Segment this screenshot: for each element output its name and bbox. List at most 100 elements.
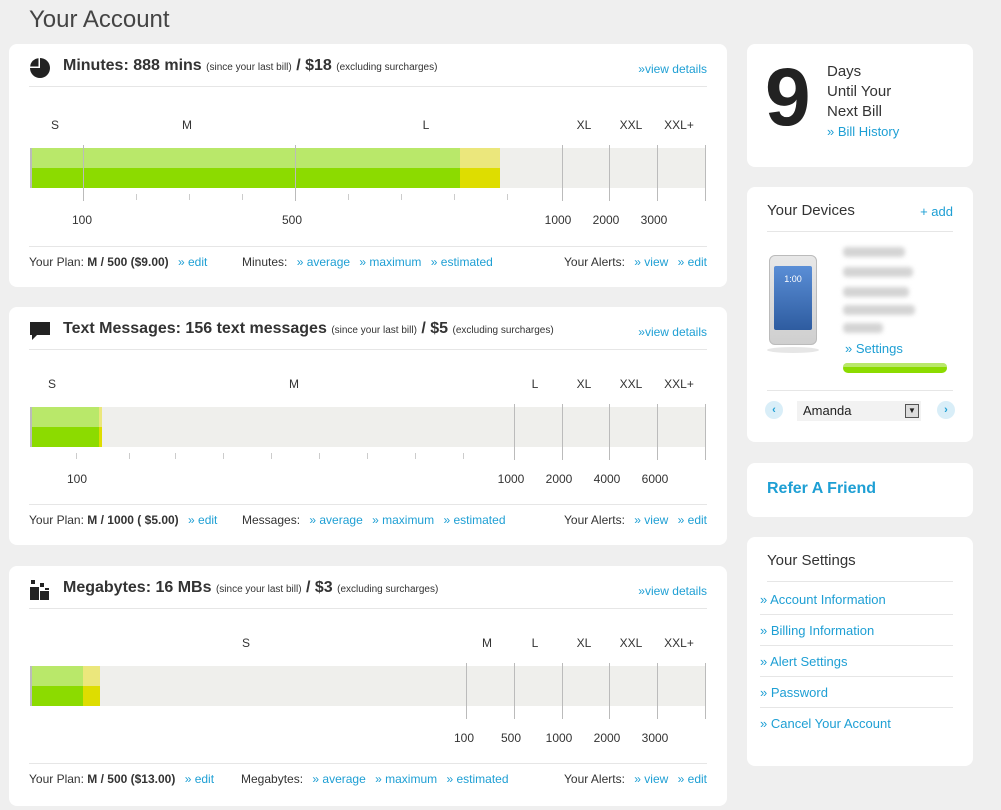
alerts-view-link[interactable]: » view	[634, 255, 668, 269]
days-caption: Days Until Your Next Bill	[827, 62, 891, 122]
texts-slash: /	[421, 320, 426, 337]
scale-tick	[705, 404, 706, 460]
texts-title-text: Text Messages: 156 text messages	[63, 320, 327, 337]
texts-view-details-link[interactable]: »view details	[638, 325, 707, 339]
scale-tick	[295, 145, 296, 201]
scale-label: 4000	[593, 472, 621, 486]
maximum-link[interactable]: » maximum	[372, 513, 434, 527]
alert-settings-link[interactable]: » Alert Settings	[760, 654, 847, 669]
alerts-view-link[interactable]: » view	[634, 772, 668, 786]
average-link[interactable]: » average	[309, 513, 362, 527]
scale-tick	[657, 404, 658, 460]
minutes-footer: Your Plan: M / 500 ($9.00) » edit Minute…	[29, 246, 707, 278]
bill-history-link[interactable]: » Bill History	[827, 124, 899, 139]
maximum-link[interactable]: » maximum	[359, 255, 421, 269]
plan-info: Your Plan: M / 500 ($13.00) » edit	[29, 772, 214, 786]
cancel-account-link[interactable]: » Cancel Your Account	[760, 716, 891, 731]
scale-label: 1000	[544, 213, 572, 227]
phone-image: 1:00	[769, 255, 817, 345]
scale-tick	[562, 663, 563, 719]
blurred-device-info	[843, 287, 909, 297]
alerts-edit-link[interactable]: » edit	[678, 513, 707, 527]
texts-card: Text Messages: 156 text messages (since …	[9, 307, 727, 545]
tier-label: XL	[576, 636, 592, 650]
alerts-edit-link[interactable]: » edit	[678, 255, 707, 269]
texts-usage-bar	[30, 407, 706, 447]
data-usage-bar	[30, 666, 706, 706]
usage-fill-yellow	[99, 407, 102, 447]
minor-tick	[136, 194, 137, 200]
pie-chart-icon	[30, 58, 50, 78]
usage-fill-yellow	[460, 148, 500, 188]
refer-friend-link[interactable]: Refer A Friend	[767, 480, 876, 498]
plan-edit-link[interactable]: » edit	[185, 772, 214, 786]
data-blocks-icon	[30, 580, 49, 600]
usage-fill-green	[32, 407, 99, 447]
tier-label: S	[47, 377, 57, 391]
tier-label: M	[182, 118, 192, 132]
device-select[interactable]: Amanda ▼	[797, 401, 921, 421]
scale-label: 100	[66, 472, 88, 486]
scale-tick	[514, 404, 515, 460]
billing-information-link[interactable]: » Billing Information	[760, 623, 874, 638]
password-link[interactable]: » Password	[760, 685, 828, 700]
usage-fill-yellow	[83, 666, 100, 706]
texts-excluding: (excluding surcharges)	[452, 325, 554, 336]
settings-item: » Account Information	[760, 584, 953, 615]
scale-tick	[657, 145, 658, 201]
scale-label: 1000	[497, 472, 525, 486]
average-link[interactable]: » average	[297, 255, 350, 269]
minor-tick	[76, 453, 77, 459]
minor-tick	[242, 194, 243, 200]
minor-tick	[367, 453, 368, 459]
plan-info: Your Plan: M / 500 ($9.00) » edit	[29, 255, 207, 269]
add-device-link[interactable]: + add	[920, 204, 953, 219]
settings-item: » Billing Information	[760, 615, 953, 646]
prev-device-button[interactable]: ‹	[765, 401, 783, 419]
days-caption-line: Days	[827, 63, 862, 80]
estimated-link[interactable]: » estimated	[446, 772, 508, 786]
minor-tick	[507, 194, 508, 200]
tier-label: XXL+	[664, 636, 694, 650]
texts-footer: Your Plan: M / 1000 ( $5.00) » edit Mess…	[29, 504, 707, 536]
estimated-link[interactable]: » estimated	[443, 513, 505, 527]
data-footer: Your Plan: M / 500 ($13.00) » edit Megab…	[29, 763, 707, 795]
usage-links: Megabytes: » average » maximum » estimat…	[241, 772, 509, 786]
days-caption-line: Next Bill	[827, 103, 883, 120]
tier-label: XXL	[619, 377, 643, 391]
minor-tick	[175, 453, 176, 459]
scale-tick	[562, 404, 563, 460]
tier-label: XL	[576, 118, 592, 132]
settings-title: Your Settings	[767, 552, 856, 569]
next-device-button[interactable]: ›	[937, 401, 955, 419]
tier-label: XXL+	[664, 377, 694, 391]
maximum-link[interactable]: » maximum	[375, 772, 437, 786]
phone-screen: 1:00	[774, 266, 812, 330]
usage-links: Messages: » average » maximum » estimate…	[242, 513, 506, 527]
estimated-link[interactable]: » estimated	[431, 255, 493, 269]
minutes-card: Minutes: 888 mins (since your last bill)…	[9, 44, 727, 287]
usage-fill-green	[32, 148, 460, 188]
data-card: Megabytes: 16 MBs (since your last bill)…	[9, 566, 727, 806]
scale-label: 500	[500, 731, 522, 745]
devices-title: Your Devices	[767, 202, 855, 219]
device-settings-link[interactable]: » Settings	[845, 341, 903, 356]
page-title: Your Account	[29, 6, 170, 33]
minutes-view-details-link[interactable]: »view details	[638, 62, 707, 76]
scale-label: 1000	[545, 731, 573, 745]
scale-label: 6000	[641, 472, 669, 486]
account-information-link[interactable]: » Account Information	[760, 592, 886, 607]
scale-tick	[83, 145, 84, 201]
divider	[767, 231, 953, 232]
usage-fill-green	[32, 666, 83, 706]
average-link[interactable]: » average	[312, 772, 365, 786]
plan-edit-link[interactable]: » edit	[178, 255, 207, 269]
scale-tick	[657, 663, 658, 719]
scale-label: 2000	[545, 472, 573, 486]
plan-edit-link[interactable]: » edit	[188, 513, 217, 527]
dropdown-arrow-icon[interactable]: ▼	[905, 404, 919, 418]
alerts-view-link[interactable]: » view	[634, 513, 668, 527]
data-view-details-link[interactable]: »view details	[638, 584, 707, 598]
scale-label: 100	[453, 731, 475, 745]
alerts-edit-link[interactable]: » edit	[678, 772, 707, 786]
